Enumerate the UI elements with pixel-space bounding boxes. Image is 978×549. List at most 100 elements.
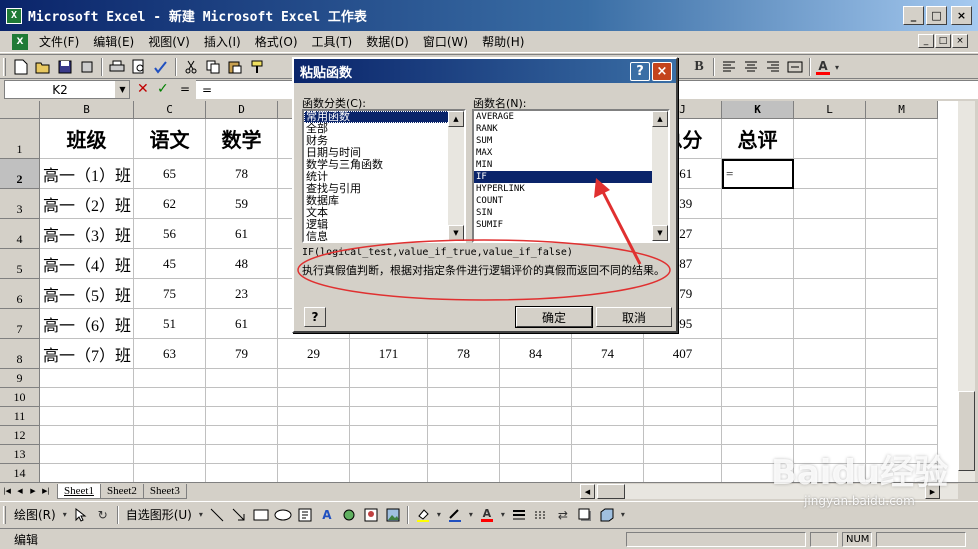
category-item[interactable]: 逻辑 (304, 219, 464, 231)
cell-c14[interactable] (134, 464, 206, 482)
row-header-3[interactable]: 3 (0, 189, 40, 219)
cell-e10[interactable] (278, 388, 350, 407)
column-header-k[interactable]: K (722, 101, 794, 119)
column-header-d[interactable]: D (206, 101, 278, 119)
category-item[interactable]: 数据库 (304, 195, 464, 207)
category-listbox[interactable]: 常用函数 全部 财务 日期与时间 数学与三角函数 统计 查找与引用 数据库 文本 逻辑 信息 ▲ ▼ (302, 109, 466, 243)
cell-l4[interactable] (794, 219, 866, 249)
cell-b4[interactable]: 高一（3）班 (40, 219, 134, 249)
cell-c6[interactable]: 75 (134, 279, 206, 309)
cell-h14[interactable] (500, 464, 572, 482)
menu-insert[interactable]: 插入(I) (197, 33, 248, 50)
fill-color-icon[interactable] (412, 505, 434, 525)
cell-d9[interactable] (206, 369, 278, 388)
cell-m8[interactable] (866, 339, 938, 369)
wordart-icon[interactable]: A (316, 505, 338, 525)
cell-e14[interactable] (278, 464, 350, 482)
workbook-restore-button[interactable]: □ (935, 34, 951, 48)
category-item[interactable]: 数学与三角函数 (304, 159, 464, 171)
cell-e12[interactable] (278, 426, 350, 445)
cell-d2[interactable]: 78 (206, 159, 278, 189)
row-header-10[interactable]: 10 (0, 388, 40, 407)
cell-f12[interactable] (350, 426, 428, 445)
cell-d7[interactable]: 61 (206, 309, 278, 339)
cell-c9[interactable] (134, 369, 206, 388)
cell-k10[interactable] (722, 388, 794, 407)
menu-data[interactable]: 数据(D) (359, 33, 416, 50)
menu-format[interactable]: 格式(O) (248, 33, 305, 50)
formula-cancel-icon[interactable]: ✕ (137, 81, 149, 97)
name-box-dropdown-icon[interactable]: ▼ (115, 81, 129, 98)
cell-c11[interactable] (134, 407, 206, 426)
cell-b14[interactable] (40, 464, 134, 482)
cell-m4[interactable] (866, 219, 938, 249)
3d-style-icon[interactable] (596, 505, 618, 525)
ok-button[interactable]: 确定 (515, 306, 593, 328)
row-header-9[interactable]: 9 (0, 369, 40, 388)
category-scroll-down-icon[interactable]: ▼ (448, 225, 464, 241)
function-item[interactable]: SUMIF (474, 219, 668, 231)
cell-f11[interactable] (350, 407, 428, 426)
cell-m7[interactable] (866, 309, 938, 339)
cell-e13[interactable] (278, 445, 350, 464)
cell-c3[interactable]: 62 (134, 189, 206, 219)
cell-h9[interactable] (500, 369, 572, 388)
vertical-scrollbar[interactable] (958, 101, 975, 482)
arrow-icon[interactable] (228, 505, 250, 525)
workbook-icon[interactable]: X (12, 33, 28, 50)
cell-g13[interactable] (428, 445, 500, 464)
cell-k12[interactable] (722, 426, 794, 445)
category-listbox-scrollbar[interactable]: ▲ ▼ (448, 111, 464, 241)
menu-help[interactable]: 帮助(H) (475, 33, 531, 50)
dash-style-icon[interactable] (530, 505, 552, 525)
cell-i11[interactable] (572, 407, 644, 426)
dialog-close-button[interactable]: × (652, 62, 672, 81)
cell-b9[interactable] (40, 369, 134, 388)
autoshapes-dropdown-icon[interactable]: ▾ (196, 505, 206, 525)
cell-c7[interactable]: 51 (134, 309, 206, 339)
cell-m11[interactable] (866, 407, 938, 426)
cell-m1[interactable] (866, 119, 938, 159)
row-header-7[interactable]: 7 (0, 309, 40, 339)
free-rotate-icon[interactable]: ↻ (92, 505, 114, 525)
cell-g12[interactable] (428, 426, 500, 445)
menu-window[interactable]: 窗口(W) (416, 33, 475, 50)
oval-icon[interactable] (272, 505, 294, 525)
cell-l2[interactable] (794, 159, 866, 189)
cell-m12[interactable] (866, 426, 938, 445)
cell-h13[interactable] (500, 445, 572, 464)
cell-b1[interactable]: 班级 (40, 119, 134, 159)
cancel-button[interactable]: 取消 (596, 307, 672, 327)
cell-f10[interactable] (350, 388, 428, 407)
align-right-icon[interactable] (762, 57, 784, 77)
vertical-scroll-thumb[interactable] (958, 391, 975, 471)
cell-e8[interactable]: 29 (278, 339, 350, 369)
column-header-c[interactable]: C (134, 101, 206, 119)
cell-g14[interactable] (428, 464, 500, 482)
cell-l12[interactable] (794, 426, 866, 445)
category-item[interactable]: 常用函数 (304, 111, 464, 123)
function-listbox-scrollbar[interactable]: ▲ ▼ (652, 111, 668, 241)
cell-l9[interactable] (794, 369, 866, 388)
function-item[interactable]: SIN (474, 207, 668, 219)
draw-dropdown-icon[interactable]: ▾ (60, 505, 70, 525)
draw-font-color-icon[interactable]: A (476, 505, 498, 525)
cell-d3[interactable]: 59 (206, 189, 278, 219)
row-header-5[interactable]: 5 (0, 249, 40, 279)
cell-l3[interactable] (794, 189, 866, 219)
row-header-12[interactable]: 12 (0, 426, 40, 445)
print-preview-icon[interactable] (128, 57, 150, 77)
cell-b7[interactable]: 高一（6）班 (40, 309, 134, 339)
minimize-button[interactable]: _ (903, 6, 924, 25)
merge-center-icon[interactable] (784, 57, 806, 77)
cell-h11[interactable] (500, 407, 572, 426)
print-icon[interactable] (106, 57, 128, 77)
row-header-4[interactable]: 4 (0, 219, 40, 249)
line-color-icon[interactable] (444, 505, 466, 525)
row-header-11[interactable]: 11 (0, 407, 40, 426)
shadow-style-icon[interactable] (574, 505, 596, 525)
function-item[interactable]: IF (474, 171, 668, 183)
paste-icon[interactable] (224, 57, 246, 77)
cell-k3[interactable] (722, 189, 794, 219)
toolbar-grip[interactable] (3, 57, 6, 76)
